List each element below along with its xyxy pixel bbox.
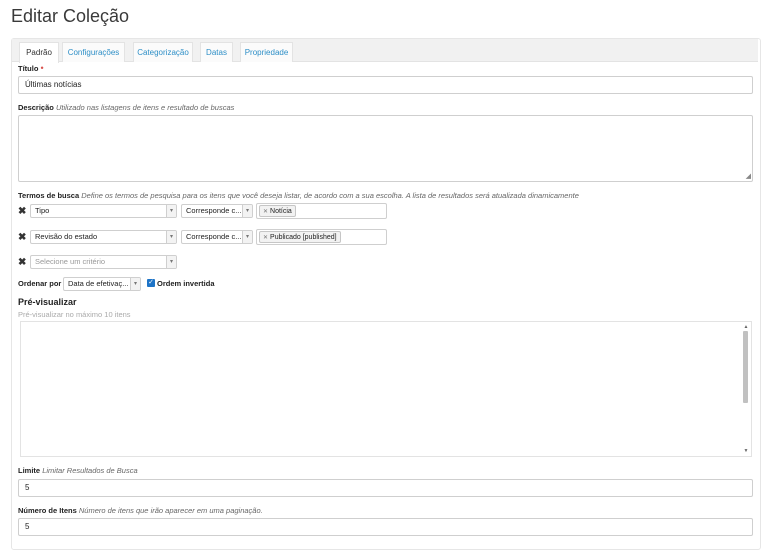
search-terms-label: Termos de busca Define os termos de pesq… <box>18 191 579 200</box>
page-title: Editar Coleção <box>11 6 130 26</box>
preview-scrollbar[interactable]: ▲ ▼ <box>742 323 750 455</box>
preview-area[interactable]: ▲ ▼ <box>20 321 752 457</box>
criterion-operator-select[interactable]: Corresponde c... ▾ <box>181 230 253 244</box>
tab-configuracoes[interactable]: Configurações <box>62 42 125 62</box>
tab-propriedade[interactable]: Propriedade <box>240 42 293 62</box>
preview-title: Pré-visualizar <box>18 297 77 307</box>
description-textarea[interactable]: ◢ <box>18 115 753 182</box>
sort-label: Ordenar por <box>18 279 62 288</box>
chevron-down-icon: ▾ <box>242 205 252 217</box>
remove-criterion-icon[interactable]: ✖ <box>18 206 26 217</box>
criterion-field-select[interactable]: Tipo ▾ <box>30 204 177 218</box>
scroll-down-icon[interactable]: ▼ <box>742 447 750 455</box>
chevron-down-icon: ▾ <box>130 278 140 290</box>
limit-label: Limite Limitar Resultados de Busca <box>18 466 138 475</box>
criterion-values-input[interactable]: ✕ Publicado [published] <box>256 229 387 245</box>
chevron-down-icon: ▾ <box>166 256 176 268</box>
remove-tag-icon[interactable]: ✕ <box>263 235 268 241</box>
scrollbar-thumb[interactable] <box>743 331 748 403</box>
reverse-order-label: Ordem invertida <box>157 279 215 288</box>
required-marker: • <box>40 63 44 73</box>
value-tag: ✕ Publicado [published] <box>259 231 341 243</box>
tab-padrao[interactable]: Padrão <box>19 42 59 63</box>
title-label: Título • <box>18 63 44 73</box>
description-label: Descrição Utilizado nas listagens de ite… <box>18 103 235 112</box>
criterion-field-select[interactable]: Revisão do estado ▾ <box>30 230 177 244</box>
criterion-operator-select[interactable]: Corresponde c... ▾ <box>181 204 253 218</box>
chevron-down-icon: ▾ <box>166 231 176 243</box>
new-criterion-select[interactable]: Selecione um critério ▾ <box>30 255 177 269</box>
limit-input[interactable]: 5 <box>18 479 753 497</box>
resize-grip-icon[interactable]: ◢ <box>746 173 751 181</box>
tab-datas[interactable]: Datas <box>200 42 233 62</box>
chevron-down-icon: ▾ <box>242 231 252 243</box>
preview-help: Pré-visualizar no máximo 10 itens <box>18 310 131 319</box>
items-count-label: Número de Itens Número de itens que irão… <box>18 506 263 515</box>
remove-criterion-icon[interactable]: ✖ <box>18 257 26 268</box>
scroll-up-icon[interactable]: ▲ <box>742 323 750 331</box>
title-input[interactable]: Últimas notícias <box>18 76 753 94</box>
items-count-input[interactable]: 5 <box>18 518 753 536</box>
remove-tag-icon[interactable]: ✕ <box>263 209 268 215</box>
value-tag: ✕ Notícia <box>259 205 296 217</box>
chevron-down-icon: ▾ <box>166 205 176 217</box>
criterion-values-input[interactable]: ✕ Notícia <box>256 203 387 219</box>
sort-select[interactable]: Data de efetivaç... ▾ <box>63 277 141 291</box>
reverse-order-checkbox[interactable]: ✓ <box>147 279 155 287</box>
tab-categorizacao[interactable]: Categorização <box>133 42 193 62</box>
remove-criterion-icon[interactable]: ✖ <box>18 232 26 243</box>
